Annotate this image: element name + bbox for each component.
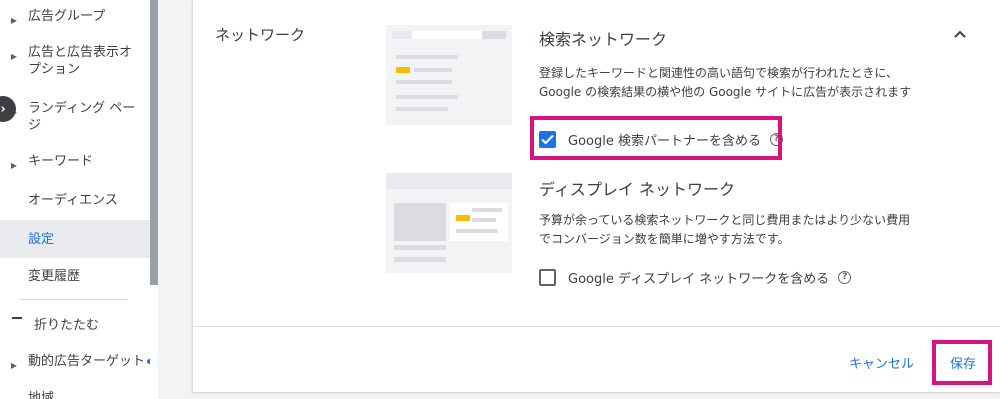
caret-right-icon: ▶ — [10, 52, 18, 61]
sidebar-divider — [20, 299, 128, 300]
section-title: ネットワーク — [215, 26, 306, 44]
help-icon[interactable]: ? — [838, 271, 852, 284]
sidebar: ▶ 広告グループ ▶ 広告と広告表示オプション ▶ ランディング ページ ▶ キ… — [0, 0, 158, 399]
sidebar-item-label: ランディング ページ — [28, 101, 136, 133]
sidebar-item-keywords[interactable]: ▶ キーワード — [0, 153, 150, 174]
sidebar-item-label: 折りたたむ — [34, 318, 100, 333]
card-divider — [193, 326, 1000, 327]
search-network-description: 登録したキーワードと関連性の高い語句で検索が行われたときに、Google の検索… — [539, 66, 912, 99]
caret-right-icon: ▶ — [0, 390, 28, 399]
display-network-illustration — [386, 173, 512, 273]
sidebar-item-label: 広告と広告表示オプション — [28, 45, 133, 77]
display-network-label: Google ディスプレイ ネットワークを含める — [568, 272, 830, 287]
sidebar-item-landing-pages[interactable]: ▶ ランディング ページ — [0, 100, 150, 134]
display-network-checkbox[interactable] — [539, 269, 556, 286]
network-settings-card: ネットワーク 検索ネットワーク 登録したキーワードと関連性の高い語句で検索が行わ… — [192, 0, 1000, 392]
sidebar-item-label: 地域 — [28, 391, 55, 399]
sidebar-item-label: 広告グループ — [28, 9, 106, 24]
sidebar-collapse-button[interactable]: 折りたたむ — [12, 317, 162, 334]
caret-right-icon: ▶ — [10, 16, 18, 25]
sidebar-item-ads-extensions[interactable]: ▶ 広告と広告表示オプション — [0, 44, 150, 78]
display-network-description: 予算が余っている検索ネットワークと同じ費用またはより少ない費用でコンバージョン数… — [539, 213, 911, 246]
sidebar-item-dynamic-ad-targets[interactable]: ▶ 動的広告ターゲット — [0, 353, 150, 374]
chevron-up-icon[interactable] — [953, 27, 967, 41]
search-network-illustration — [386, 25, 512, 125]
caret-right-icon: ▶ — [10, 361, 18, 370]
cancel-button[interactable]: キャンセル — [849, 353, 914, 372]
sidebar-item-settings[interactable]: 設定 — [0, 220, 150, 258]
display-network-option[interactable]: Google ディスプレイ ネットワークを含める ? — [539, 268, 852, 287]
save-button-highlight — [932, 340, 992, 385]
sidebar-item-audiences[interactable]: オーディエンス — [0, 192, 150, 209]
sidebar-item-locations[interactable]: ▶ 地域 — [0, 390, 150, 399]
sidebar-item-label: 設定 — [28, 231, 55, 247]
search-network-title: 検索ネットワーク — [539, 30, 668, 49]
collapse-icon — [12, 317, 22, 319]
sidebar-item-change-history[interactable]: 変更履歴 — [0, 268, 150, 285]
sidebar-item-ad-groups[interactable]: ▶ 広告グループ — [0, 8, 150, 29]
notification-dot — [147, 359, 150, 364]
sidebar-item-label: キーワード — [28, 154, 94, 169]
chevron-right-icon: › — [0, 101, 6, 117]
sidebar-item-label: オーディエンス — [28, 193, 118, 208]
sidebar-scrollbar[interactable] — [150, 0, 158, 285]
search-partners-highlight — [530, 116, 782, 160]
caret-right-icon: ▶ — [10, 161, 18, 170]
sidebar-item-label: 動的広告ターゲット — [28, 354, 146, 369]
sidebar-item-label: 変更履歴 — [28, 269, 81, 284]
display-network-title: ディスプレイ ネットワーク — [539, 180, 735, 199]
